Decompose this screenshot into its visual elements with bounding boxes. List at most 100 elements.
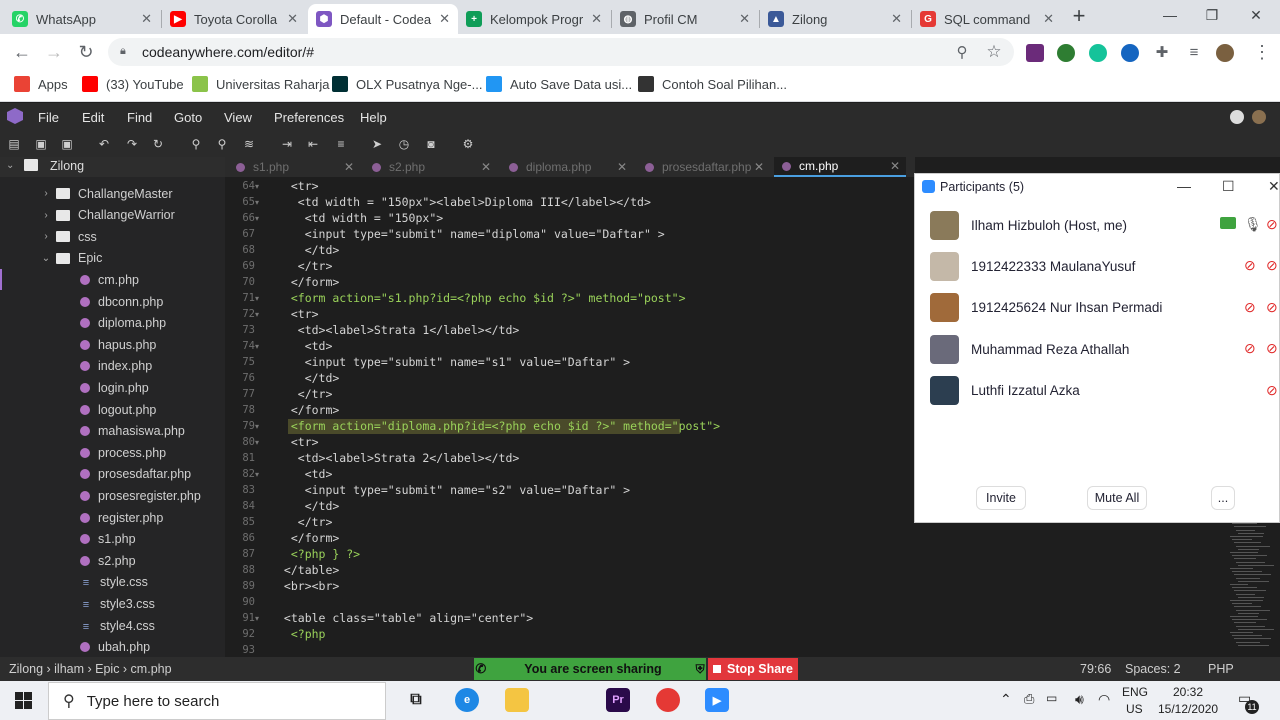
close-icon[interactable]: ✕: [617, 160, 627, 174]
camera-off-icon[interactable]: ⊘: [1266, 299, 1278, 316]
camera-off-icon[interactable]: ⊘: [1266, 382, 1278, 399]
folder-item[interactable]: ⌄ Epic: [0, 248, 225, 269]
fold-arrow-icon[interactable]: ▾: [255, 182, 259, 191]
redo-icon[interactable]: ↷: [124, 136, 140, 152]
code-line[interactable]: <input type="submit" name="s2" value="Da…: [277, 483, 630, 497]
code-line[interactable]: </form>: [277, 403, 339, 417]
bookmark-item[interactable]: Apps: [14, 76, 68, 92]
fold-arrow-icon[interactable]: ▾: [255, 294, 259, 303]
close-icon[interactable]: ✕: [591, 11, 602, 27]
wifi-icon[interactable]: ◠: [1098, 691, 1110, 708]
file-item[interactable]: prosesregister.php: [0, 485, 225, 506]
fold-arrow-icon[interactable]: ▾: [255, 422, 259, 431]
menu-dots-icon[interactable]: ⋮: [1250, 41, 1274, 63]
forward-icon[interactable]: →: [42, 41, 66, 63]
participant-row[interactable]: Luthfi Izzatul Azka: [930, 373, 1280, 409]
code-line[interactable]: </form>: [277, 275, 339, 289]
taskbar-search-box[interactable]: ⚲ Type here to search: [48, 682, 386, 720]
browser-tab[interactable]: ⬢ Default - Codea ✕: [308, 4, 458, 34]
camera-off-icon[interactable]: ⊘: [1266, 257, 1278, 274]
puzzle-icon[interactable]: ✚: [1150, 42, 1174, 64]
lock-icon[interactable]: 🔒︎: [120, 45, 126, 58]
file-item[interactable]: logout.php: [0, 399, 225, 420]
bookmark-item[interactable]: (33) YouTube: [82, 76, 184, 92]
close-icon[interactable]: ✕: [141, 11, 152, 27]
editor-tab[interactable]: prosesdaftar.php ✕: [637, 157, 770, 177]
meet-now-icon[interactable]: ⎙: [1024, 691, 1034, 707]
code-line[interactable]: </table>: [277, 563, 339, 577]
media-icon[interactable]: ≡: [1182, 42, 1206, 64]
participant-row[interactable]: 1912425624 Nur Ihsan Permadi: [930, 290, 1280, 326]
minimap[interactable]: [1228, 520, 1280, 657]
fold-arrow-icon[interactable]: ▾: [255, 310, 259, 319]
file-item[interactable]: ≡ style3.css: [0, 593, 225, 614]
fold-arrow-icon[interactable]: ▾: [255, 198, 259, 207]
wrap-icon[interactable]: ≋: [241, 136, 257, 152]
minimize-panel-button[interactable]: —: [1177, 178, 1191, 194]
code-line[interactable]: <table class="table" align="center">: [277, 611, 533, 625]
chrome-icon[interactable]: [656, 688, 680, 712]
breadcrumb[interactable]: Zilong › ilham › Epic › cm.php: [9, 662, 172, 676]
microphone-icon[interactable]: 🎙︎: [1244, 216, 1262, 233]
file-item[interactable]: hapus.php: [0, 334, 225, 355]
file-item[interactable]: mahasiswa.php: [0, 421, 225, 442]
code-line[interactable]: <td>: [277, 467, 333, 481]
close-panel-button[interactable]: ✕: [1268, 178, 1280, 195]
maximize-panel-button[interactable]: ☐: [1222, 178, 1235, 195]
search-replace-icon[interactable]: ⚲: [214, 136, 230, 152]
file-item[interactable]: cm.php: [0, 269, 225, 290]
undo-icon[interactable]: ↶: [96, 136, 112, 152]
close-window-button[interactable]: ✕: [1236, 4, 1276, 28]
premiere-icon[interactable]: Pr: [606, 688, 630, 712]
code-line[interactable]: <tr>: [277, 307, 319, 321]
file-item[interactable]: prosesdaftar.php: [0, 464, 225, 485]
fold-arrow-icon[interactable]: ▾: [255, 438, 259, 447]
file-item[interactable]: register.php: [0, 507, 225, 528]
code-line[interactable]: <br><br>: [277, 579, 339, 593]
volume-icon[interactable]: 🔊︎: [1075, 691, 1084, 708]
search-icon[interactable]: ⚲: [188, 136, 204, 152]
stop-share-button[interactable]: Stop Share: [708, 658, 798, 680]
zoom-icon[interactable]: ⚲: [950, 42, 974, 64]
menu-goto[interactable]: Goto: [174, 110, 202, 125]
invite-button[interactable]: Invite: [976, 486, 1026, 510]
history-icon[interactable]: ◷: [396, 136, 412, 152]
microphone-muted-icon[interactable]: ⊘: [1244, 299, 1256, 316]
reload-icon[interactable]: ↻: [74, 41, 98, 63]
file-item[interactable]: process.php: [0, 442, 225, 463]
browser-tab[interactable]: ◍ Profil CM ✕: [612, 4, 758, 34]
refresh-icon[interactable]: ↻: [150, 136, 166, 152]
extension-icon[interactable]: [1026, 44, 1044, 62]
preview-icon[interactable]: ◙: [423, 136, 439, 152]
camera-off-icon[interactable]: ⊘: [1266, 340, 1278, 357]
minimize-window-button[interactable]: —: [1150, 4, 1190, 28]
file-item[interactable]: ≡ style4.css: [0, 615, 225, 636]
browser-tab[interactable]: ▶ Toyota Corolla ✕: [162, 4, 306, 34]
menu-find[interactable]: Find: [127, 110, 152, 125]
close-icon[interactable]: ✕: [287, 11, 298, 27]
code-line[interactable]: </td>: [277, 499, 340, 513]
bookmark-item[interactable]: OLX Pusatnya Nge-...: [332, 76, 482, 92]
indent-setting[interactable]: Spaces: 2: [1125, 662, 1181, 676]
code-line[interactable]: </td>: [277, 371, 340, 385]
fold-arrow-icon[interactable]: ▾: [255, 614, 259, 623]
close-icon[interactable]: ✕: [1043, 11, 1054, 27]
code-line[interactable]: <tr>: [277, 435, 319, 449]
maximize-window-button[interactable]: ❐: [1192, 4, 1232, 28]
project-header[interactable]: ⌄ Zilong: [0, 157, 225, 177]
editor-tab[interactable]: cm.php ✕: [774, 157, 906, 177]
more-options-button[interactable]: ...: [1211, 486, 1235, 510]
browser-tab[interactable]: + Kelompok Progr ✕: [458, 4, 610, 34]
bookmark-item[interactable]: Auto Save Data usi...: [486, 76, 632, 92]
close-icon[interactable]: ✕: [439, 11, 450, 27]
code-line[interactable]: </form>: [277, 531, 339, 545]
close-icon[interactable]: ✕: [891, 11, 902, 27]
fold-arrow-icon[interactable]: ▾: [255, 342, 259, 351]
code-line[interactable]: <td>: [277, 339, 333, 353]
save-all-icon[interactable]: ▣: [59, 136, 75, 152]
language-mode[interactable]: PHP: [1208, 662, 1234, 676]
menu-file[interactable]: File: [38, 110, 59, 125]
code-line[interactable]: <td width = "150px"><label>Diploma III</…: [277, 195, 651, 209]
cursor-position[interactable]: 79:66: [1080, 662, 1111, 676]
code-line[interactable]: <td><label>Strata 2</label></td>: [277, 451, 520, 465]
